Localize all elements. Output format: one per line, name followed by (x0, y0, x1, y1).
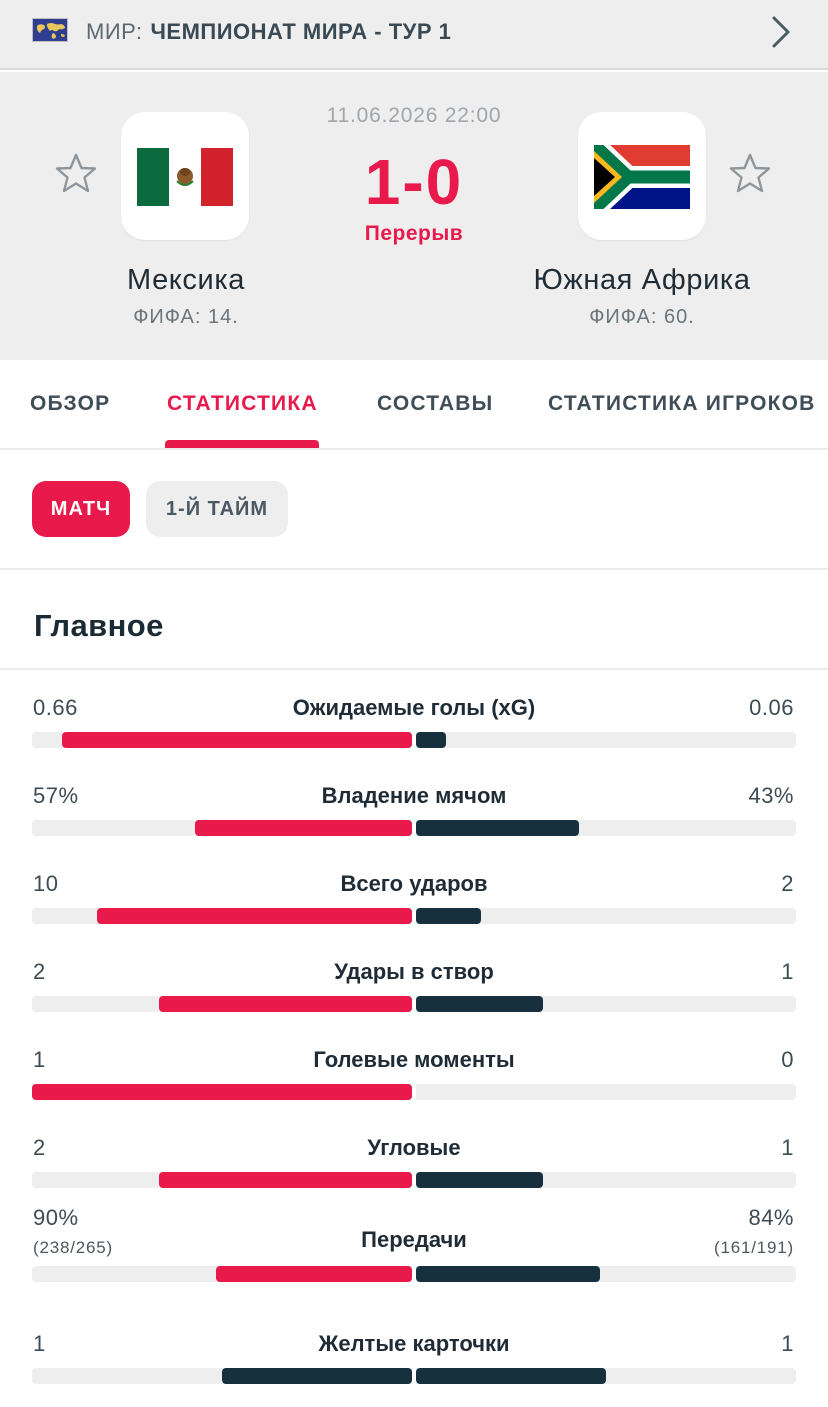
stat-home-value: 1 (33, 1331, 46, 1356)
favorite-away-star-icon[interactable] (728, 152, 772, 196)
stat-home-bar (159, 1172, 412, 1188)
stat-label: Желтые карточки (318, 1331, 510, 1356)
home-team-rank: ФИФА: 14. (133, 306, 239, 328)
stat-home-track (32, 996, 412, 1012)
stat-home-track (32, 820, 412, 836)
stat-row: 2 Удары в створ 1 (0, 940, 828, 1020)
stat-home-track (32, 1172, 412, 1188)
competition-bar[interactable]: МИР: ЧЕМПИОНАТ МИРА - ТУР 1 (0, 0, 828, 70)
stat-label: Передачи (361, 1227, 467, 1252)
stat-row: 2 Угловые 1 (0, 1116, 828, 1196)
stat-away-bar (416, 1266, 600, 1282)
stat-away-bar (416, 820, 579, 836)
period-first-half-button[interactable]: 1-Й ТАЙМ (146, 481, 288, 537)
stat-home-value: 90% (33, 1205, 79, 1230)
away-team-rank: ФИФА: 60. (589, 306, 695, 328)
stat-away-track (416, 996, 796, 1012)
stat-away-track (416, 1368, 796, 1384)
stat-home-track (32, 908, 412, 924)
stat-home-detail: (238/265) (33, 1238, 113, 1257)
stat-away-value: 43% (748, 783, 794, 808)
stat-away-track (416, 908, 796, 924)
stat-away-track (416, 732, 796, 748)
stat-home-bar (32, 1084, 412, 1100)
stat-away-value: 1 (781, 1331, 794, 1356)
stat-row: 1 Голевые моменты 0 (0, 1028, 828, 1108)
stat-home-value: 2 (33, 959, 46, 984)
stat-away-bar (416, 1172, 543, 1188)
stat-away-value: 1 (781, 959, 794, 984)
match-score: 1-0 (364, 146, 464, 218)
tab-statistics[interactable]: СТАТИСТИКА (167, 392, 318, 416)
tab-player-statistics[interactable]: СТАТИСТИКА ИГРОКОВ (548, 392, 816, 416)
home-team-logo[interactable] (121, 112, 249, 240)
stat-home-track (32, 1368, 412, 1384)
stat-label: Ожидаемые голы (xG) (292, 695, 536, 720)
stat-away-value: 0.06 (749, 695, 794, 720)
stat-away-bar (416, 1368, 606, 1384)
stat-away-bar (416, 996, 543, 1012)
period-match-button[interactable]: МАТЧ (32, 481, 130, 537)
stat-home-bar (97, 908, 412, 924)
home-team-name[interactable]: Мексика (86, 264, 286, 297)
stat-away-track (416, 1084, 796, 1100)
competition-country: МИР: (86, 19, 143, 44)
stat-away-track (416, 1172, 796, 1188)
stat-home-value: 1 (33, 1047, 46, 1072)
stat-label: Владение мячом (321, 783, 507, 808)
favorite-home-star-icon[interactable] (54, 152, 98, 196)
stat-away-value: 1 (781, 1135, 794, 1160)
stat-home-track (32, 732, 412, 748)
stat-away-bar (416, 908, 481, 924)
stat-row: 10 Всего ударов 2 (0, 852, 828, 932)
competition-name: ЧЕМПИОНАТ МИРА - ТУР 1 (150, 19, 452, 44)
chevron-right-icon[interactable] (766, 14, 794, 50)
stat-row: 0.66 Ожидаемые голы (xG) 0.06 (0, 676, 828, 756)
stat-home-track (32, 1266, 412, 1282)
stat-label: Угловые (367, 1135, 461, 1160)
stat-home-bar (222, 1368, 412, 1384)
stat-away-track (416, 820, 796, 836)
stat-row: 1 Желтые карточки 1 (0, 1312, 828, 1392)
stat-home-bar (216, 1266, 412, 1282)
match-header: 11.06.2026 22:00 1-0 Перерыв Мексика ФИФ… (0, 72, 828, 360)
stat-away-track (416, 1266, 796, 1282)
stat-home-bar (159, 996, 412, 1012)
away-team-name[interactable]: Южная Африка (500, 264, 784, 297)
stat-label: Удары в створ (334, 959, 494, 984)
stat-away-detail: (161/191) (714, 1238, 794, 1257)
section-divider (0, 668, 828, 670)
stat-away-bar (416, 732, 446, 748)
section-title: Главное (34, 608, 164, 643)
stat-away-value: 84% (748, 1205, 794, 1230)
stat-home-value: 10 (33, 871, 59, 896)
tab-lineups[interactable]: СОСТАВЫ (377, 392, 493, 416)
active-tab-indicator (165, 440, 319, 448)
stat-label: Голевые моменты (313, 1047, 515, 1072)
match-status: Перерыв (364, 222, 464, 245)
away-team-logo[interactable] (578, 112, 706, 240)
south-africa-flag-icon (586, 136, 690, 218)
tab-overview[interactable]: ОБЗОР (30, 392, 110, 416)
stat-away-value: 2 (781, 871, 794, 896)
match-tabs: ОБЗОР СТАТИСТИКА СОСТАВЫ СТАТИСТИКА ИГРО… (0, 360, 828, 450)
mexico-flag-icon (137, 148, 233, 206)
stat-row: 57% Владение мячом 43% (0, 764, 828, 844)
stat-home-value: 57% (33, 783, 79, 808)
world-flag-icon (32, 18, 68, 42)
stat-home-value: 0.66 (33, 695, 78, 720)
stat-home-bar (62, 732, 412, 748)
stat-home-track (32, 1084, 412, 1100)
stat-home-value: 2 (33, 1135, 46, 1160)
competition-title: МИР: ЧЕМПИОНАТ МИРА - ТУР 1 (86, 18, 451, 46)
stat-row: 90% Передачи 84% (238/265) (161/191) (0, 1204, 828, 1284)
match-date: 11.06.2026 22:00 (326, 104, 502, 127)
period-selector: МАТЧ 1-Й ТАЙМ (0, 452, 828, 570)
stat-away-value: 0 (781, 1047, 794, 1072)
stat-home-bar (195, 820, 412, 836)
stat-label: Всего ударов (340, 871, 488, 896)
